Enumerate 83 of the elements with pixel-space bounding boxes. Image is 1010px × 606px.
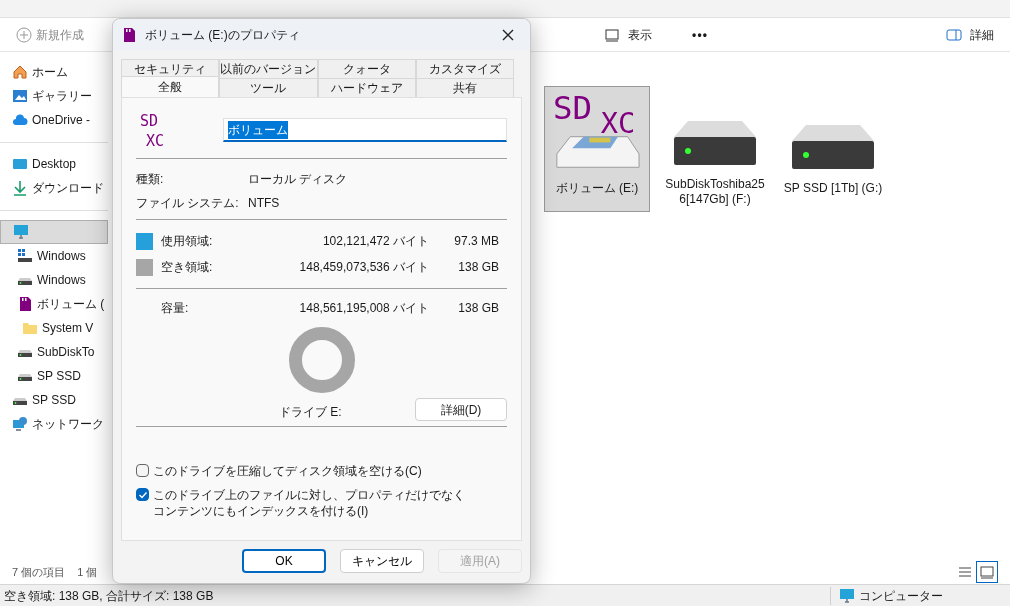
details-button[interactable]: 詳細(D) (415, 398, 507, 421)
sidebar-item[interactable]: SP SSD (0, 364, 108, 388)
drive-label: ボリューム (E:) (555, 181, 639, 197)
byte-count: 148,561,195,008 バイト (298, 300, 429, 317)
byte-count: 148,459,073,536 バイト (298, 259, 429, 276)
new-button[interactable]: 新規作成 (16, 25, 84, 44)
sd-card-icon (17, 296, 33, 312)
sidebar-item[interactable]: OneDrive - (0, 108, 108, 132)
pane-icon (946, 26, 962, 43)
item-count: 7 個の項目 (12, 564, 66, 580)
dialog-button[interactable]: キャンセル (340, 549, 424, 573)
size-value: 97.3 MB (453, 233, 500, 250)
logo-text: SD (140, 112, 159, 130)
byte-count: 102,121,472 バイト (321, 233, 429, 250)
view-icon (604, 26, 620, 43)
cloud-icon (12, 112, 28, 128)
info-label: 種類: (136, 171, 165, 188)
sidebar-item[interactable]: SubDiskTo (0, 340, 108, 364)
drive-caption: ドライブ E: (279, 404, 343, 421)
details-pane-button[interactable]: 詳細 (946, 25, 994, 44)
logo-text: XC (600, 105, 636, 140)
location-label: コンピューター (859, 587, 943, 605)
name-field[interactable]: ボリューム (223, 118, 507, 142)
dialog-title: ボリューム (E:)のプロパティ (145, 27, 300, 44)
sidebar-item[interactable]: ギャラリー (0, 84, 108, 108)
drive-tile[interactable]: SD XC ボリューム (E:) (544, 86, 650, 212)
tile-icon (980, 565, 994, 579)
picture-icon (12, 88, 28, 104)
info-value: NTFS (248, 195, 280, 212)
tab[interactable]: 全般 (121, 76, 220, 97)
list-icon (958, 565, 972, 579)
more-button[interactable]: ••• (692, 25, 709, 44)
dialog-button[interactable]: OK (242, 549, 326, 573)
tab[interactable]: ハードウェア (317, 78, 416, 97)
status-summary: 空き領域: 138 GB, 合計サイズ: 138 GB (3, 587, 215, 605)
sd-card-icon (121, 27, 137, 43)
capacity-label: 容量: (161, 300, 190, 317)
sidebar-item[interactable]: Windows (0, 268, 108, 292)
checkbox-label: このドライブを圧縮してディスク領域を空ける(C) (153, 463, 423, 479)
check-icon (137, 489, 148, 500)
tab[interactable]: ツール (219, 78, 318, 97)
tab[interactable]: カスタマイズ (415, 59, 514, 78)
desktop-icon (12, 156, 28, 172)
drive-label: SubDiskToshiba256[147Gb] (F:) (664, 177, 766, 207)
tiles-view-button[interactable] (976, 561, 998, 583)
size-value: 138 GB (457, 300, 500, 317)
sidebar-item[interactable]: ボリューム ( (0, 292, 108, 316)
usage-donut-drawing (288, 327, 355, 393)
drive-label: SP SSD [1Tb] (G:) (783, 181, 883, 197)
tab[interactable]: セキュリティ (121, 59, 220, 78)
size-value: 138 GB (457, 259, 500, 276)
drive-icon (17, 248, 33, 264)
monitor-icon (839, 587, 855, 604)
usage-label: 空き領域: (161, 259, 214, 276)
info-label: ファイル システム: (136, 195, 240, 212)
checkbox-label: このドライブ上のファイルに対し、プロパティだけでなくコンテンツにもインデックスを付ける(I) (153, 487, 466, 519)
logo-text: SD (553, 89, 593, 128)
network-icon (12, 416, 28, 432)
checkbox[interactable] (136, 464, 149, 477)
info-value: ローカル ディスク (248, 171, 348, 188)
home-icon (12, 64, 28, 80)
checkbox[interactable] (136, 488, 149, 501)
close-icon (502, 29, 514, 41)
sidebar-item[interactable]: System V (0, 316, 108, 340)
folder-icon (22, 320, 38, 336)
sidebar-item[interactable]: ホーム (0, 60, 108, 84)
sidebar-item[interactable]: ダウンロード (0, 176, 108, 200)
selection-count: 1 個 (77, 564, 98, 580)
logo-text: XC (146, 132, 165, 150)
drive-tile[interactable]: SP SSD [1Tb] (G:) (780, 86, 886, 212)
sidebar-item[interactable]: Windows (0, 244, 108, 268)
sidebar-item[interactable]: Desktop (0, 152, 108, 176)
usage-label: 使用領域: (161, 233, 214, 250)
tab[interactable]: クォータ (317, 59, 416, 78)
monitor-icon (13, 224, 29, 240)
tab[interactable]: 以前のバージョン (219, 59, 318, 78)
drive-tile[interactable]: SubDiskToshiba256[147Gb] (F:) (662, 86, 768, 212)
tab[interactable]: 共有 (415, 78, 514, 97)
sidebar-item[interactable]: SP SSD (0, 388, 108, 412)
sidebar-item[interactable]: ネットワーク (0, 412, 108, 436)
plus-icon (16, 26, 32, 43)
view-button[interactable]: 表示 (604, 25, 652, 44)
download-icon (12, 180, 28, 196)
